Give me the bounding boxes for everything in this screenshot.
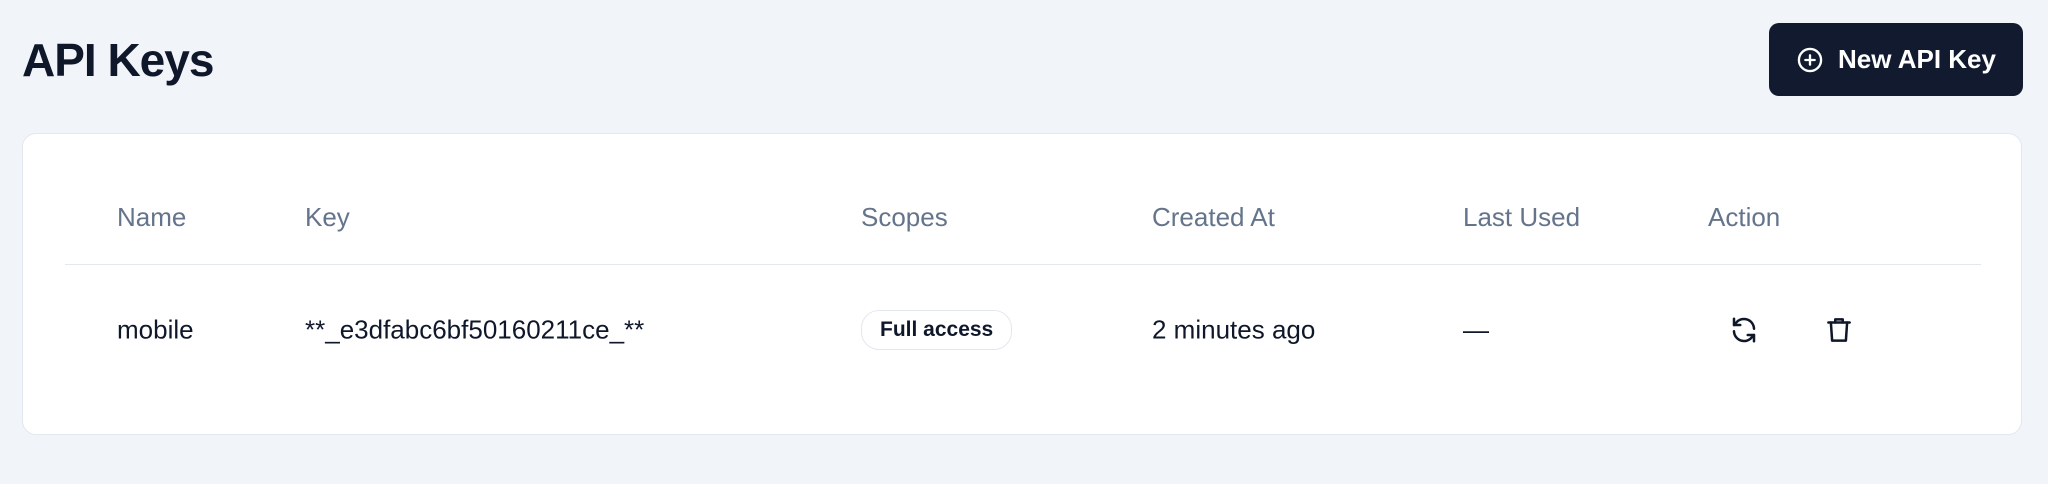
new-api-key-label: New API Key [1838, 44, 1996, 74]
key-value-cell: **_e3dfabc6bf50160211ce_** [305, 314, 645, 345]
column-header-scopes: Scopes [861, 202, 948, 232]
column-header-created-at: Created At [1152, 202, 1275, 232]
table-row: mobile **_e3dfabc6bf50160211ce_** Full a… [65, 265, 1981, 395]
page-title: API Keys [22, 34, 214, 86]
scopes-cell: Full access [861, 310, 1013, 350]
column-header-name: Name [117, 202, 187, 232]
key-name-cell: mobile [117, 314, 194, 345]
new-api-key-button[interactable]: New API Key [1769, 23, 2023, 96]
column-header-action: Action [1708, 202, 1781, 232]
plus-circle-icon [1796, 46, 1824, 74]
created-at-cell: 2 minutes ago [1152, 314, 1316, 345]
column-header-last-used: Last Used [1463, 202, 1581, 232]
last-used-cell: — [1463, 314, 1489, 345]
scope-badge: Full access [861, 310, 1013, 350]
api-keys-card: Name Key Scopes Created At Last Used Act… [22, 133, 2022, 435]
column-header-key: Key [305, 202, 350, 232]
table-header-row: Name Key Scopes Created At Last Used Act… [65, 184, 1981, 265]
refresh-icon[interactable] [1727, 313, 1761, 347]
trash-icon[interactable] [1822, 313, 1856, 347]
